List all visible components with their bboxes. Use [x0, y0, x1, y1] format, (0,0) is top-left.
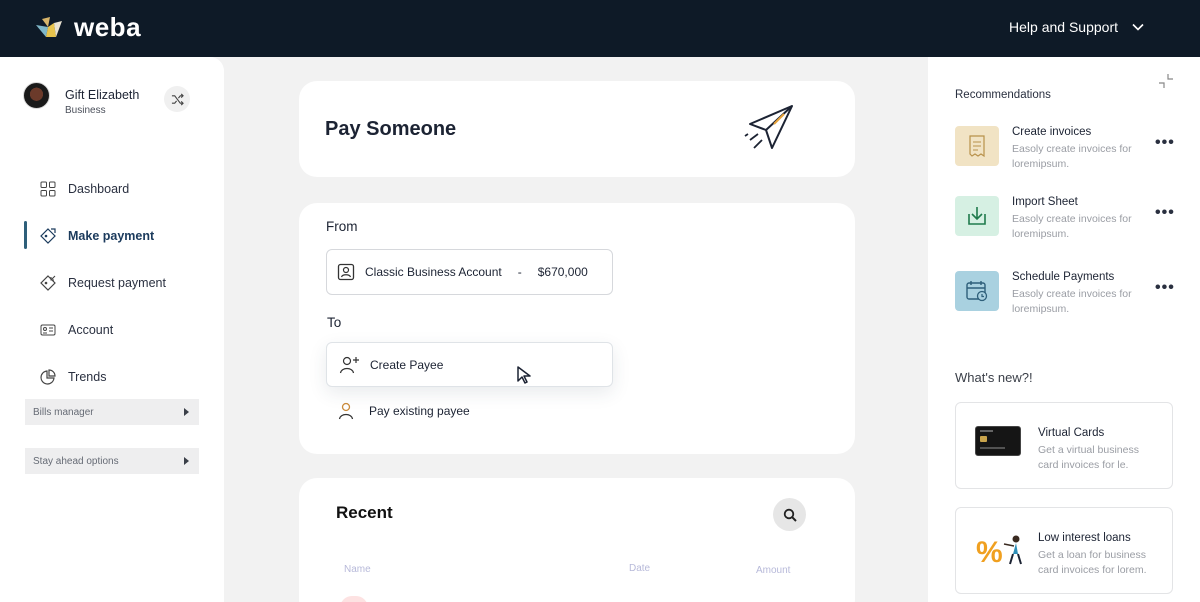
promo-title: Low interest loans	[1038, 532, 1131, 544]
loan-percent-icon: %	[976, 535, 1022, 568]
help-and-support-menu[interactable]: Help and Support	[1009, 19, 1144, 35]
mouse-cursor-icon	[517, 366, 531, 384]
recommendation-desc: Easoly create invoices for loremipsum.	[1012, 213, 1132, 240]
bills-manager-toggle[interactable]: Bills manager	[25, 399, 199, 425]
caret-right-icon	[184, 457, 189, 465]
sidebar-item-trends[interactable]: Trends	[0, 353, 224, 400]
minimize-icon[interactable]	[1158, 73, 1174, 89]
brand-name: weba	[74, 12, 142, 42]
sidebar-item-label: Request payment	[68, 275, 166, 290]
recommendation-title: Schedule Payments	[1012, 271, 1115, 283]
column-header-name[interactable]: Name	[344, 564, 371, 575]
sidebar-item-label: Account	[68, 322, 114, 337]
pay-existing-payee-option[interactable]: Pay existing payee	[338, 402, 470, 420]
promo-desc: Get a virtual business card invoices for…	[1038, 444, 1139, 471]
avatar	[23, 82, 50, 109]
chevron-down-icon	[1132, 23, 1144, 31]
shuffle-icon	[171, 93, 184, 105]
stay-ahead-options-toggle[interactable]: Stay ahead options	[25, 448, 199, 474]
create-payee-button[interactable]: Create Payee	[326, 342, 613, 387]
sidebar-item-request-payment[interactable]: Request payment	[0, 259, 224, 306]
caret-right-icon	[184, 408, 189, 416]
calendar-clock-icon	[955, 271, 999, 311]
user-profile[interactable]: Gift Elizabeth Business	[23, 82, 139, 116]
recommendation-import-sheet[interactable]: Import Sheet Easoly create invoices for …	[955, 196, 1180, 241]
collapsible-label: Bills manager	[33, 406, 94, 418]
pie-chart-icon	[40, 368, 56, 385]
sidebar-nav: Dashboard Make payment Request payment A…	[0, 165, 224, 400]
recent-title: Recent	[336, 503, 393, 522]
payment-tag-icon	[40, 227, 56, 244]
account-card-icon	[40, 322, 56, 338]
sidebar-item-dashboard[interactable]: Dashboard	[0, 165, 224, 212]
sidebar-item-label: Trends	[68, 369, 107, 384]
import-icon	[955, 196, 999, 236]
more-options-icon[interactable]: •••	[1155, 279, 1175, 297]
add-user-icon	[339, 356, 359, 373]
svg-text:%: %	[976, 536, 1003, 568]
account-name: Classic Business Account	[365, 265, 502, 279]
promo-desc: Get a loan for business card invoices fo…	[1038, 549, 1147, 576]
credit-card-icon	[975, 426, 1021, 456]
collapsible-label: Stay ahead options	[33, 455, 119, 467]
from-account-select[interactable]: Classic Business Account - $670,000	[326, 249, 613, 295]
help-label: Help and Support	[1009, 19, 1118, 35]
recommendation-title: Import Sheet	[1012, 196, 1078, 208]
to-label: To	[327, 315, 342, 330]
account-separator: -	[517, 265, 522, 279]
switch-account-button[interactable]	[164, 86, 190, 112]
sidebar-item-label: Dashboard	[68, 181, 130, 196]
top-bar: weba Help and Support	[0, 0, 1200, 57]
paper-plane-icon	[744, 105, 793, 149]
recommendation-desc: Easoly create invoices for loremipsum.	[1012, 288, 1132, 315]
page-title: Pay Someone	[325, 118, 457, 140]
brand-logo[interactable]: weba	[34, 12, 141, 43]
recommendation-schedule-payments[interactable]: Schedule Payments Easoly create invoices…	[955, 271, 1180, 316]
column-header-date[interactable]: Date	[629, 563, 650, 574]
grid-icon	[40, 181, 56, 197]
search-icon	[783, 508, 797, 522]
user-icon	[338, 402, 354, 420]
sidebar-item-account[interactable]: Account	[0, 306, 224, 353]
create-payee-label: Create Payee	[370, 357, 444, 372]
from-label: From	[326, 219, 358, 234]
promo-title: Virtual Cards	[1038, 427, 1105, 439]
promo-low-interest-loans[interactable]: % Low interest loans Get a loan for busi…	[955, 507, 1173, 594]
sidebar-item-label: Make payment	[68, 228, 155, 243]
recommendation-title: Create invoices	[1012, 126, 1092, 138]
account-badge-icon	[337, 263, 355, 281]
more-options-icon[interactable]: •••	[1155, 134, 1175, 152]
weba-logo-icon	[36, 16, 62, 37]
profile-role: Business	[65, 105, 106, 116]
whats-new-title: What's new?!	[955, 370, 1033, 385]
promo-virtual-cards[interactable]: Virtual Cards Get a virtual business car…	[955, 402, 1173, 489]
sidebar-item-make-payment[interactable]: Make payment	[0, 212, 224, 259]
recent-transactions-card	[299, 478, 855, 602]
account-balance: $670,000	[537, 265, 588, 279]
existing-payee-label: Pay existing payee	[369, 404, 470, 418]
column-header-amount[interactable]: Amount	[756, 565, 790, 576]
recommendation-create-invoices[interactable]: Create invoices Easoly create invoices f…	[955, 126, 1180, 171]
sidebar: Gift Elizabeth Business Dashboard Make p…	[0, 57, 224, 602]
profile-name: Gift Elizabeth	[65, 88, 140, 102]
recommendation-desc: Easoly create invoices for loremipsum.	[1012, 143, 1132, 170]
receipt-icon	[955, 126, 999, 166]
recommendations-title: Recommendations	[955, 89, 1051, 101]
more-options-icon[interactable]: •••	[1155, 204, 1175, 222]
search-button[interactable]	[773, 498, 806, 531]
request-tag-icon	[40, 274, 56, 291]
